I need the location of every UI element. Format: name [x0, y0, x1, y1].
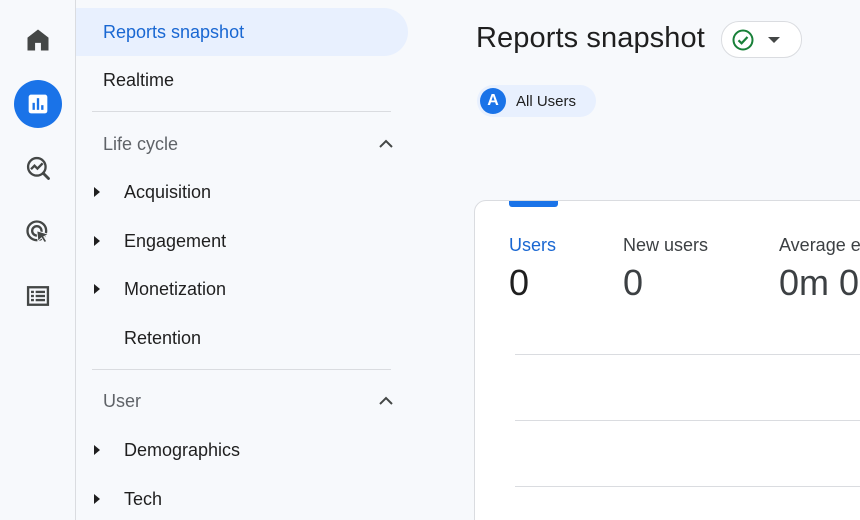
caret-right-icon[interactable]	[92, 186, 102, 198]
reports-icon	[28, 94, 48, 114]
caret-right-icon[interactable]	[92, 235, 102, 247]
caret-right-icon[interactable]	[92, 283, 102, 295]
nav-item-tech[interactable]: Tech	[76, 475, 406, 520]
nav-item-label: Reports snapshot	[103, 21, 245, 42]
nav-item-label: Tech	[124, 488, 163, 509]
explore-icon	[26, 156, 50, 180]
advertising-icon	[26, 220, 50, 244]
nav-item-acquisition[interactable]: Acquisition	[76, 168, 406, 216]
section-header-life-cycle[interactable]: Life cycle	[76, 120, 396, 168]
chevron-up-icon	[379, 396, 393, 405]
section-header-user[interactable]: User	[76, 377, 396, 425]
chart-gridline	[515, 354, 860, 355]
configure-icon	[26, 286, 50, 306]
segment-label: All Users	[516, 92, 577, 110]
main-content: Reports snapshot A All Users Users 0 New…	[474, 0, 860, 520]
dropdown-arrow-icon	[768, 36, 780, 43]
caret-right-icon[interactable]	[92, 444, 102, 456]
reports-nav-button[interactable]	[14, 80, 62, 128]
metric-value: 0m 0	[779, 262, 860, 303]
nav-item-label: Monetization	[124, 278, 227, 299]
section-title: User	[103, 390, 142, 411]
metric-tab-new-users[interactable]: New users 0	[623, 235, 708, 304]
nav-item-label: Demographics	[124, 439, 241, 460]
chart-gridline	[515, 486, 860, 487]
nav-item-engagement[interactable]: Engagement	[76, 217, 406, 265]
explore-nav-button[interactable]	[14, 144, 62, 192]
metrics-card: Users 0 New users 0 Average e 0m 0	[474, 200, 860, 520]
nav-item-label: Retention	[124, 327, 202, 348]
metric-label: Average e	[779, 235, 860, 255]
check-circle-icon	[732, 29, 754, 50]
metric-value: 0	[623, 262, 644, 303]
segment-chip-all-users[interactable]: A All Users	[477, 85, 596, 117]
nav-item-reports-snapshot[interactable]: Reports snapshot	[76, 8, 408, 56]
nav-item-label: Realtime	[103, 69, 175, 90]
nav-item-demographics[interactable]: Demographics	[76, 426, 406, 474]
nav-item-realtime[interactable]: Realtime	[76, 56, 408, 104]
advertising-nav-button[interactable]	[14, 208, 62, 256]
configure-nav-button[interactable]	[14, 272, 62, 320]
nav-item-label: Acquisition	[124, 181, 212, 202]
nav-item-monetization[interactable]: Monetization	[76, 265, 406, 313]
chevron-up-icon	[379, 139, 393, 148]
home-icon	[27, 29, 49, 51]
analytics-app: Reports snapshot Realtime Life cycle Acq…	[0, 0, 860, 520]
nav-divider	[92, 369, 391, 370]
nav-divider	[92, 111, 391, 112]
home-nav-button[interactable]	[14, 16, 62, 64]
nav-item-retention[interactable]: Retention	[76, 314, 406, 362]
metric-tab-average-engagement[interactable]: Average e 0m 0	[779, 235, 860, 304]
metric-label: Users	[509, 235, 557, 255]
report-status-dropdown[interactable]	[721, 21, 802, 58]
chart-gridline	[515, 420, 860, 421]
active-tab-indicator	[509, 201, 558, 207]
metric-label: New users	[623, 235, 709, 255]
nav-item-label: Engagement	[124, 230, 227, 251]
segment-avatar: A	[480, 88, 506, 114]
caret-right-icon[interactable]	[92, 493, 102, 505]
section-title: Life cycle	[103, 133, 179, 154]
metric-value: 0	[509, 262, 530, 303]
metric-tab-users[interactable]: Users 0	[509, 235, 556, 304]
reports-nav-panel: Reports snapshot Realtime Life cycle Acq…	[76, 0, 474, 520]
page-title: Reports snapshot	[476, 22, 705, 54]
icon-rail	[0, 0, 76, 520]
